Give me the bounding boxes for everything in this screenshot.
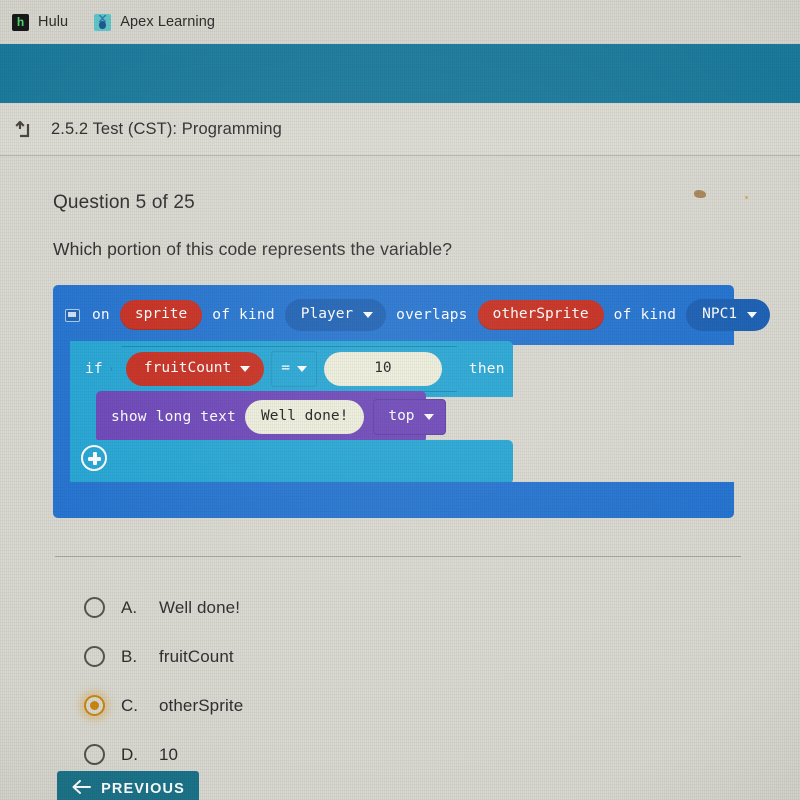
condition-expression: fruitCount = 10 [111, 346, 457, 392]
option-c[interactable]: C. otherSprite [84, 681, 484, 730]
option-text: Well done! [159, 597, 241, 617]
bookmark-label: Apex Learning [120, 14, 216, 30]
arrow-left-icon [71, 779, 92, 799]
bookmark-hulu[interactable]: h Hulu [12, 13, 69, 31]
if-block-footer [70, 440, 513, 484]
chevron-down-icon [747, 311, 758, 318]
site-banner [0, 44, 800, 103]
radio-button-b[interactable] [84, 646, 105, 667]
chevron-down-icon [297, 366, 307, 372]
page-header: 2.5.2 Test (CST): Programming [0, 103, 800, 156]
question-prompt: Which portion of this code represents th… [53, 239, 453, 259]
bookmark-apex-learning[interactable]: Apex Learning [94, 13, 216, 31]
screen-icon [65, 308, 80, 322]
if-block-spine [70, 395, 96, 443]
keyword-of-kind-2: of kind [613, 307, 677, 323]
chevron-down-icon [423, 413, 434, 420]
radio-button-d[interactable] [84, 744, 105, 765]
text-field-well-done[interactable]: Well done! [245, 400, 365, 434]
option-text: fruitCount [159, 646, 234, 666]
previous-button-label: PREVIOUS [101, 781, 185, 797]
dropdown-text-position-label: top [388, 408, 415, 425]
show-long-text-label: show long text [111, 409, 237, 425]
apex-learning-favicon [94, 13, 112, 31]
option-letter: C. [121, 695, 138, 715]
page-title: 2.5.2 Test (CST): Programming [51, 119, 282, 138]
keyword-if: if [85, 361, 103, 377]
option-letter: A. [121, 597, 138, 617]
option-text: 10 [159, 744, 179, 764]
keyword-on: on [92, 307, 110, 323]
option-letter: D. [121, 744, 138, 764]
event-block-header[interactable]: on sprite of kind Player overlaps otherS… [53, 285, 771, 345]
question-counter: Question 5 of 25 [53, 192, 195, 213]
number-field-10[interactable]: 10 [324, 352, 442, 386]
radio-button-a[interactable] [84, 597, 105, 618]
content-divider [55, 556, 741, 557]
option-text: otherSprite [159, 695, 244, 715]
keyword-then: then [468, 361, 505, 377]
code-block-diagram: on sprite of kind Player overlaps otherS… [53, 285, 771, 527]
comparison-operator-label: = [281, 360, 290, 377]
dropdown-comparison-operator[interactable]: = [271, 351, 317, 387]
show-long-text-block[interactable]: show long text Well done! top [96, 391, 446, 443]
keyword-overlaps: overlaps [396, 307, 468, 323]
chevron-down-icon [240, 366, 250, 372]
variable-other-sprite[interactable]: otherSprite [477, 300, 604, 330]
return-up-left-arrow-icon[interactable] [12, 118, 34, 140]
dropdown-variable-fruitcount-label: fruitCount [143, 360, 232, 377]
browser-bookmark-bar: h Hulu Apex Learning [0, 0, 800, 44]
photo-artifact [694, 190, 706, 198]
option-letter: B. [121, 646, 138, 666]
option-a[interactable]: A. Well done! [84, 583, 484, 632]
previous-button[interactable]: PREVIOUS [57, 771, 199, 800]
radio-button-c[interactable] [84, 695, 105, 716]
dropdown-kind-npc1[interactable]: NPC1 [686, 299, 771, 331]
variable-sprite[interactable]: sprite [119, 300, 203, 330]
dropdown-kind-player[interactable]: Player [284, 299, 387, 331]
keyword-of-kind-1: of kind [212, 307, 275, 323]
dropdown-text-position[interactable]: top [373, 399, 446, 435]
plus-circle-icon[interactable] [81, 445, 107, 471]
event-block-spine [53, 341, 70, 486]
dropdown-variable-fruitcount[interactable]: fruitCount [126, 352, 264, 386]
dropdown-kind-player-label: Player [300, 306, 354, 323]
photo-artifact [745, 196, 748, 199]
bookmark-label: Hulu [38, 14, 69, 30]
event-block-footer [53, 482, 734, 518]
chevron-down-icon [363, 311, 374, 318]
option-b[interactable]: B. fruitCount [84, 632, 484, 681]
hulu-favicon: h [12, 13, 29, 31]
if-block-header[interactable]: if fruitCount = 10 then [70, 341, 513, 397]
dropdown-kind-npc1-label: NPC1 [702, 306, 738, 323]
answer-options-list: A. Well done! B. fruitCount C. otherSpri… [84, 583, 484, 779]
